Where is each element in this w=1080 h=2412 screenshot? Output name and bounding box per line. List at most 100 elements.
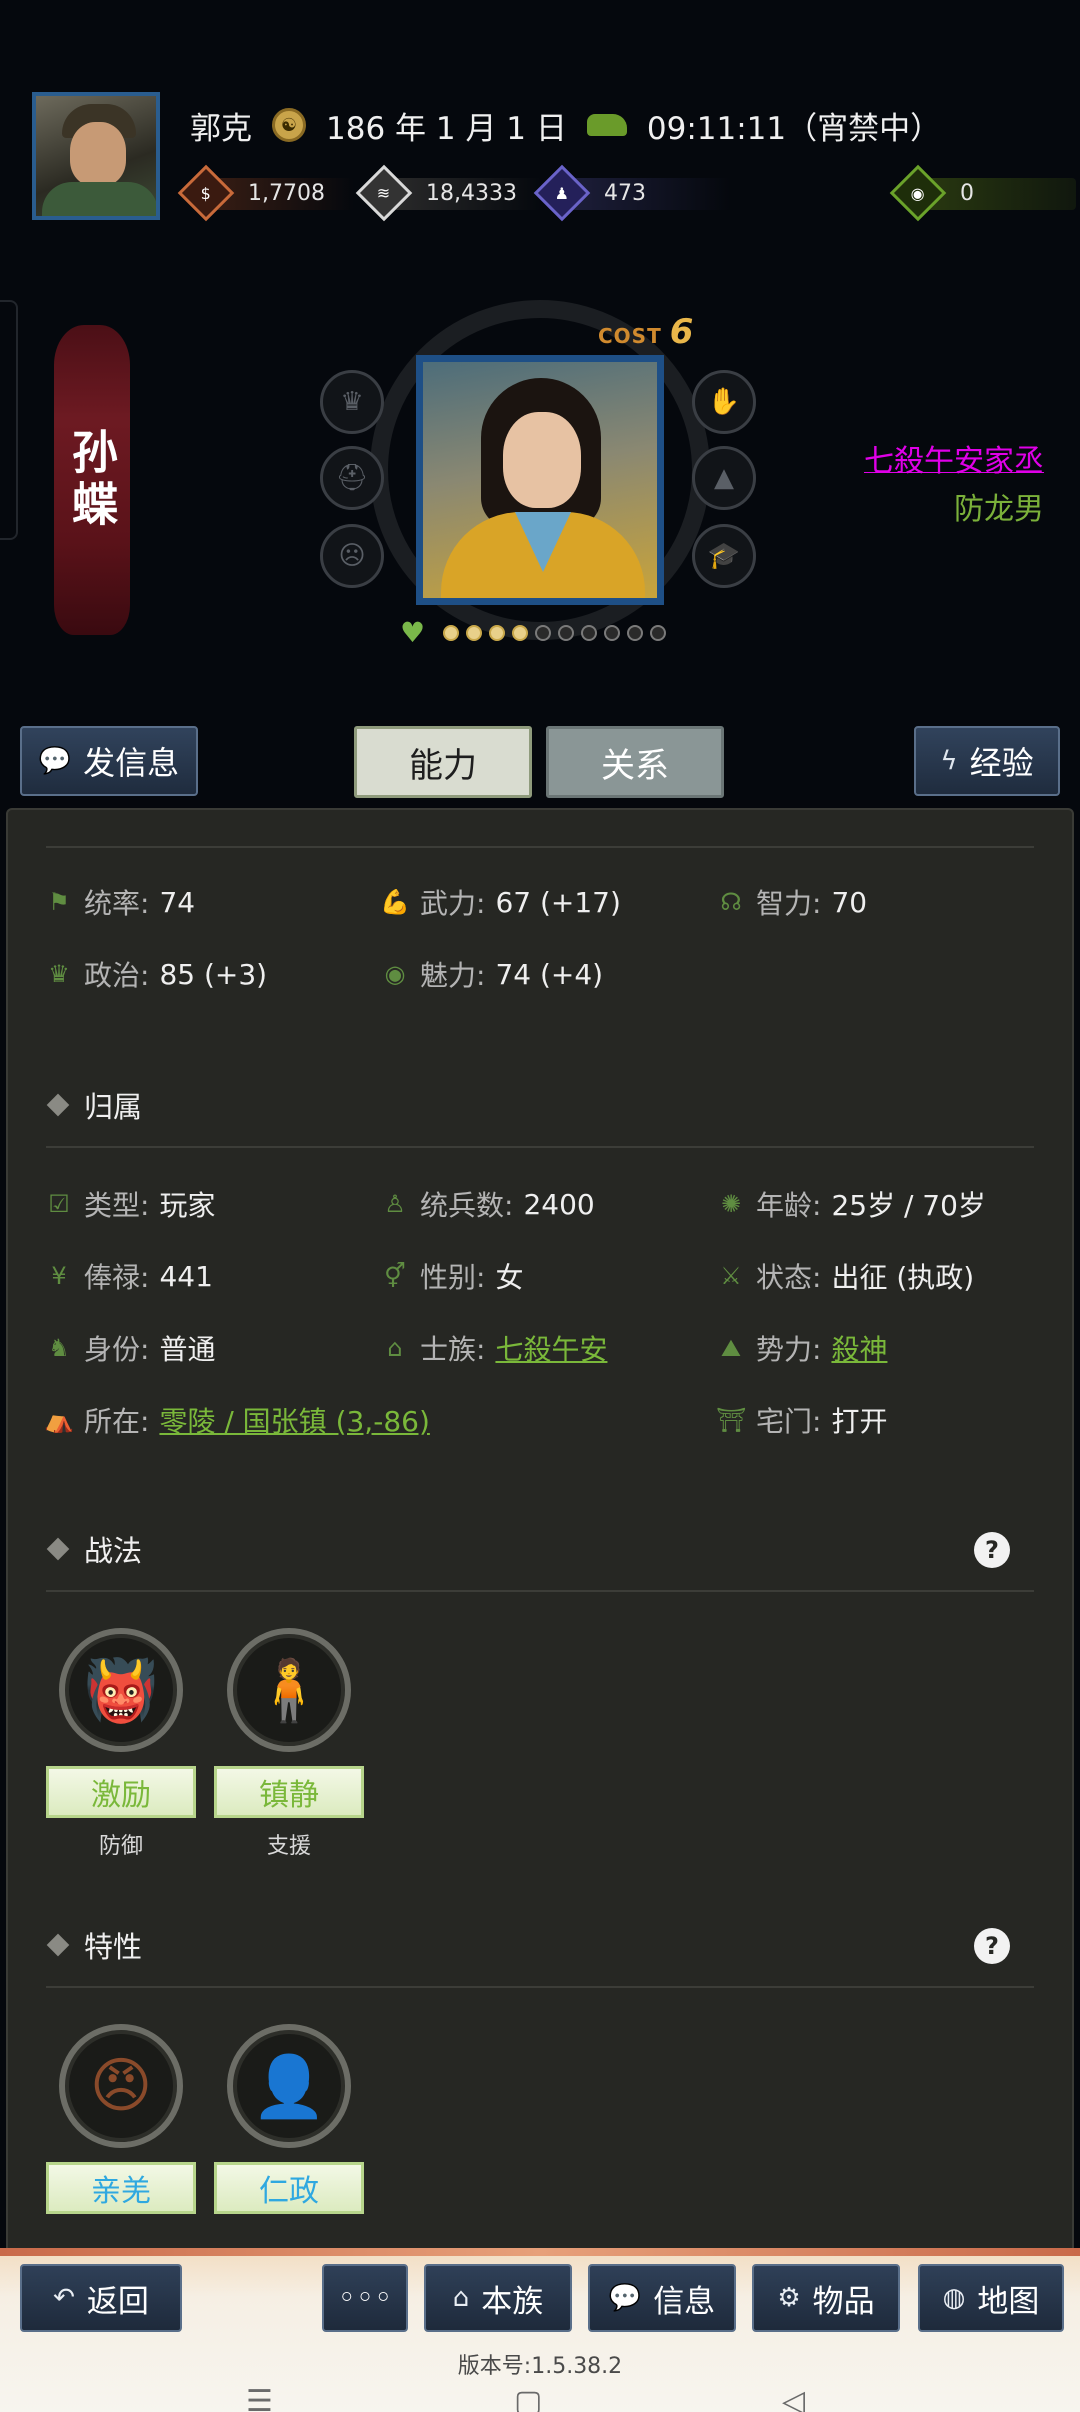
grain-icon: ≋ [355,164,413,222]
star-dot [512,625,528,641]
cost-indicator: COST 6 [598,312,694,352]
star-dot [489,625,505,641]
tactic-skill[interactable]: 🧍 镇静 支援 [214,1628,364,1860]
crown-icon[interactable]: ♛ [320,370,384,434]
hero-portrait[interactable] [416,355,664,605]
star-dot [627,625,643,641]
divider [46,1146,1034,1148]
items-button[interactable]: ⚙ 物品 [752,2264,900,2332]
tactic-type: 支援 [266,1834,311,1859]
tab-relation[interactable]: 关系 [546,726,724,798]
inspire-icon: 👹 [59,1628,183,1752]
star-dot [443,625,459,641]
game-time: 09:11:11（宵禁中） [646,110,942,147]
version-label: 版本号:1.5.38.2 [457,2354,623,2379]
player-avatar[interactable] [32,92,160,220]
traits-help-icon[interactable]: ? [974,1928,1010,1964]
cost-value: 6 [669,312,695,352]
hero-name-banner: 孙蝶 [54,325,130,635]
arm-icon: 💪 [380,888,410,916]
player-name: 郭克 [190,110,252,147]
eye-icon: ◉ [384,960,406,988]
chat-icon: 💬 [38,746,72,776]
back-arrow-icon: ↶ [53,2283,75,2313]
tab-ability[interactable]: 能力 [354,726,532,798]
belong-row-4-gate: ⛩ 宅门: 打开 [716,1405,888,1438]
star-dot [650,625,666,641]
experience-button[interactable]: ϟ 经验 [914,726,1060,796]
salary-icon: ¥ [51,1262,67,1290]
faction-icon: ⛰ [720,1334,742,1362]
map-button[interactable]: ◍ 地图 [918,2264,1064,2332]
section-traits-header: 特性 [46,1924,142,1966]
resource-grain: ≋ 18,4333 [355,164,542,222]
divider [46,1986,1034,1988]
lightning-icon: ϟ [940,746,958,776]
stats-row-2: ♛ 政治: 85 (+3) ◉ 魅力: 74 (+4) [44,954,716,994]
tactic-label: 镇静 [214,1766,364,1818]
diamond-icon [46,1537,70,1561]
tactic-label: 激励 [46,1766,196,1818]
calendar-coin-icon: ☯ [272,108,306,142]
tactics-help-icon[interactable]: ? [974,1532,1010,1568]
clan-icon: ⌂ [387,1334,403,1362]
ability-panel[interactable]: ⚑ 统率: 74 💪 武力: 67 (+17) ☊ 智力: 70 ♛ 政治: 85 (+3) ◉… [6,808,1074,2258]
divider [46,1590,1034,1592]
game-date: 186 年 1 月 1 日 [326,110,567,147]
bottom-bar: ↶ 返回 ◦◦◦ ⌂ 本族 💬 信息 ⚙ 物品 ◍ 地图 版本号:1.5.38.… [0,2248,1080,2412]
diamond-icon [46,1933,70,1957]
trait-skill[interactable]: 😠 亲羌 [46,2024,196,2214]
hat-icon[interactable]: ▲ [692,446,756,510]
more-dots-icon: ◦◦◦ [337,2280,393,2316]
home-icon[interactable]: ▢ [514,2384,554,2412]
trait-skill[interactable]: 👤 仁政 [214,2024,364,2214]
flag-icon: ⚑ [48,888,70,916]
horse-icon [586,114,627,136]
resource-money: $ 1,7708 [177,164,354,222]
clan-button[interactable]: ⌂ 本族 [424,2264,572,2332]
stats-row-1: ⚑ 统率: 74 💪 武力: 67 (+17) ☊ 智力: 70 [44,882,1052,922]
mask-icon[interactable]: ☹ [320,524,384,588]
system-back-icon[interactable]: ◁ [782,2384,822,2412]
brain-icon: ☊ [720,888,742,916]
money-icon: $ [177,164,235,222]
belong-row-1: ☑ 类型: 玩家 ♙ 统兵数: 2400 ✺ 年龄: 25岁 / 70岁 [44,1184,1052,1224]
title-primary[interactable]: 七殺午安家丞 [864,438,1044,486]
recent-apps-icon[interactable]: ☰ [246,2384,286,2412]
title-secondary: 防龙男 [954,492,1044,527]
mortarboard-icon[interactable]: 🎓 [692,524,756,588]
section-tactics-header: 战法 [46,1528,142,1570]
laurel-head-icon: 👤 [227,2024,351,2148]
back-button[interactable]: ↶ 返回 [20,2264,182,2332]
globe-icon: ◍ [942,2283,966,2313]
more-button[interactable]: ◦◦◦ [322,2264,408,2332]
side-drawer-handle[interactable] [0,300,18,540]
section-belong-header: 归属 [46,1084,142,1126]
hand-icon[interactable]: ✋ [692,370,756,434]
calm-icon: 🧍 [227,1628,351,1752]
gate-icon: ⛩ [716,1406,747,1434]
tactic-skill[interactable]: 👹 激励 防御 [46,1628,196,1860]
clan-link[interactable]: 七殺午安 [495,1328,607,1368]
items-icon: ⚙ [777,2283,801,2313]
belong-row-3: ♞ 身份: 普通 ⌂ 士族: 七殺午安 ⛰ 势力: 殺神 [44,1328,1052,1368]
helmet-icon[interactable]: ⛑ [320,446,384,510]
trait-label: 仁政 [214,2162,364,2214]
identity-icon: ♞ [48,1334,70,1362]
chat-icon: 💬 [608,2283,642,2313]
location-link[interactable]: 零陵 / 国张镇 (3,-86) [159,1400,429,1440]
star-dot [604,625,620,641]
star-dot [581,625,597,641]
resource-soldiers: ♟ 473 [533,164,730,222]
age-icon: ✺ [720,1190,742,1218]
location-icon: ⛺ [44,1406,74,1434]
star-dot [466,625,482,641]
soldier-icon: ♟ [533,164,591,222]
heart-icon: ♥ [400,616,426,649]
info-button[interactable]: 💬 信息 [588,2264,736,2332]
clan-icon: ⌂ [452,2283,470,2313]
diamond-icon [46,1093,70,1117]
belong-row-4: ⛺ 所在: 零陵 / 国张镇 (3,-86) [44,1400,716,1440]
faction-link[interactable]: 殺神 [831,1328,887,1368]
send-message-button[interactable]: 💬 发信息 [20,726,198,796]
